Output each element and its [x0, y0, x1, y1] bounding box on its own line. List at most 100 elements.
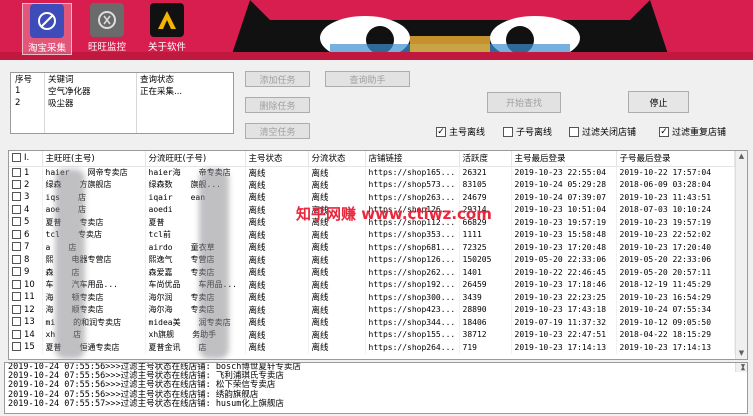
- cell-text: 车: [45, 280, 54, 290]
- log-scrollbar[interactable]: ▲ ▼: [735, 363, 747, 373]
- row-checkbox[interactable]: [12, 267, 21, 277]
- cell-text: 离线: [311, 230, 329, 241]
- cell-text: 离线: [248, 218, 266, 229]
- cell-text: https://shop262...: [368, 267, 456, 277]
- col-header[interactable]: 活跃度: [459, 151, 512, 167]
- cell-text: 2019-10-24 07:39:07: [514, 192, 607, 202]
- cell-text: mi: [45, 317, 56, 327]
- tab-label: 旺旺监控: [87, 42, 126, 53]
- cell-text: 海尔润: [148, 292, 173, 302]
- sub-last-login: 2019-10-23 16:54:29: [616, 291, 735, 304]
- row-checkbox[interactable]: [12, 167, 21, 177]
- table-row[interactable]: 2绿森方旗舰店绿森数旗舰...离线离线https://shop573...831…: [9, 178, 735, 191]
- row-checkbox[interactable]: [12, 204, 21, 214]
- col-header[interactable]: 主号状态: [245, 151, 309, 167]
- table-row[interactable]: 9森店森爱嘉专卖店离线离线https://shop262...14012019-…: [9, 266, 735, 279]
- tab-wangwang-monitor[interactable]: 旺旺监控: [82, 3, 132, 55]
- row-checkbox[interactable]: [12, 304, 21, 314]
- select-all-checkbox[interactable]: [12, 153, 21, 163]
- main-last-login: 2019-10-24 07:39:07: [511, 191, 617, 204]
- cell-text: 离线: [311, 318, 329, 329]
- col-header[interactable]: I.: [9, 151, 43, 167]
- row-checkbox[interactable]: [12, 242, 21, 252]
- row-checkbox[interactable]: [12, 342, 21, 352]
- row-checkbox[interactable]: [12, 229, 21, 239]
- row-index: 1: [9, 166, 43, 179]
- main-offline-checkbox[interactable]: ✓ 主号离线: [436, 125, 485, 138]
- cell-text: 2019-10-23 22:23:25: [514, 292, 607, 302]
- table-row[interactable]: 14xh店xh旗舰务助手离线离线https://shop155...387122…: [9, 328, 735, 341]
- activity: 719: [459, 341, 512, 354]
- col-header[interactable]: 主旺旺(主号): [42, 151, 146, 167]
- query-assistant-button[interactable]: 查询助手: [325, 71, 410, 87]
- shop-link: https://shop155...: [365, 328, 460, 341]
- table-row[interactable]: 15夏普恒通专卖店夏普金讯店离线离线https://shop264...7192…: [9, 341, 735, 354]
- cell-text: 2019-10-23 19:57:19: [514, 217, 607, 227]
- cell-text: 4: [24, 204, 30, 215]
- tab-about[interactable]: 关于软件: [142, 3, 192, 55]
- row-checkbox[interactable]: [12, 179, 21, 189]
- add-task-button[interactable]: 添加任务: [245, 71, 310, 87]
- table-row[interactable]: 13mi的和润专卖店midea美润专卖店离线离线https://shop344.…: [9, 316, 735, 329]
- activity: 26321: [459, 166, 512, 179]
- sub-last-login: 2018-06-09 03:28:04: [616, 178, 735, 191]
- row-checkbox[interactable]: [12, 292, 21, 302]
- filter-duplicate-checkbox[interactable]: ✓ 过滤重复店铺: [659, 125, 726, 138]
- row-checkbox[interactable]: [12, 279, 21, 289]
- checkbox-label: 主号离线: [449, 128, 486, 138]
- task-index: 1: [15, 86, 21, 96]
- table-row[interactable]: 10车汽车用品...车尚优品车用品...离线离线https://shop192.…: [9, 278, 735, 291]
- row-index: 5: [9, 216, 43, 229]
- activity: 1111: [459, 228, 512, 241]
- clear-task-button[interactable]: 清空任务: [245, 123, 310, 139]
- table-row[interactable]: 11海顿专卖店海尔润专卖店离线离线https://shop300...34392…: [9, 291, 735, 304]
- cell-text: 离线: [248, 180, 266, 191]
- main-status: 离线: [245, 341, 309, 354]
- stop-button[interactable]: 停止: [628, 91, 689, 113]
- row-checkbox[interactable]: [12, 254, 21, 264]
- activity: 26459: [459, 278, 512, 291]
- table-row[interactable]: 3iqs店iqairean离线离线https://shop263...24679…: [9, 191, 735, 204]
- table-row[interactable]: 1haier网帝专卖店haier海帝专卖店离线离线https://shop165…: [9, 166, 735, 179]
- sub-status: 离线: [308, 341, 366, 354]
- row-checkbox[interactable]: [12, 192, 21, 202]
- cell-text: 熙逸气: [148, 255, 173, 265]
- row-checkbox[interactable]: [12, 329, 21, 339]
- table-row[interactable]: 7a店airdo童衣草离线离线https://shop681...7232520…: [9, 241, 735, 254]
- sub-last-login: 2019-05-20 20:57:11: [616, 266, 735, 279]
- shop-link: https://shop262...: [365, 266, 460, 279]
- cell-text: 离线: [311, 255, 329, 266]
- col-header[interactable]: 主号最后登录: [511, 151, 617, 167]
- cell-text: 离线: [248, 318, 266, 329]
- cell-text: 14: [24, 329, 35, 340]
- results-scrollbar[interactable]: ▲ ▼: [735, 151, 747, 359]
- sub-offline-checkbox[interactable]: 子号离线: [503, 125, 552, 138]
- results-table[interactable]: I. 主旺旺(主号) 分流旺旺(子号) 主号状态 分流状态 店铺链接 活跃度 主…: [8, 150, 748, 360]
- sub-last-login: 2019-10-23 22:52:02: [616, 228, 735, 241]
- cell-text: 2019-10-23 22:47:51: [514, 330, 607, 340]
- delete-task-button[interactable]: 删除任务: [245, 97, 310, 113]
- cell-text: 2019-10-23 17:18:46: [514, 280, 607, 290]
- table-row[interactable]: 12海顺专卖店海尔海专卖店离线离线https://shop423...28890…: [9, 303, 735, 316]
- task-list[interactable]: 序号 关键词 查询状态 1 空气净化器 正在采集... 2 吸尘器: [10, 72, 234, 134]
- filter-closed-checkbox[interactable]: 过滤关闭店铺: [569, 125, 636, 138]
- tab-taobao-collect[interactable]: 淘宝采集: [22, 3, 72, 55]
- table-row[interactable]: 6 tcl 专卖店 tcl前 离线 离线 https://shop353... 1111 201…: [9, 228, 735, 241]
- log-panel[interactable]: 2019-10-24 07:55:56>>>过滤主号状态在线店铺: bosch博…: [4, 362, 748, 414]
- sub-status: 离线: [308, 191, 366, 204]
- col-header[interactable]: 分流旺旺(子号): [145, 151, 246, 167]
- main-last-login: 2019-10-23 17:43:18: [511, 303, 617, 316]
- cell-text: 离线: [248, 255, 266, 266]
- cell-text: 离线: [311, 243, 329, 254]
- row-checkbox[interactable]: [12, 217, 21, 227]
- log-line: 2019-10-24 07:55:57>>>过滤主号状态在线店铺: husum化…: [8, 398, 284, 409]
- start-query-button[interactable]: 开始查找: [487, 92, 561, 113]
- table-row[interactable]: 8熙电器专营店熙逸气专营店离线离线https://shop126...15020…: [9, 253, 735, 266]
- sub-status: 离线: [308, 241, 366, 254]
- col-header[interactable]: 分流状态: [308, 151, 366, 167]
- col-header[interactable]: 子号最后登录: [616, 151, 735, 167]
- row-checkbox[interactable]: [12, 317, 21, 327]
- checkbox-box: [569, 126, 579, 137]
- cell-text: 2: [24, 179, 30, 190]
- col-header[interactable]: 店铺链接: [365, 151, 460, 167]
